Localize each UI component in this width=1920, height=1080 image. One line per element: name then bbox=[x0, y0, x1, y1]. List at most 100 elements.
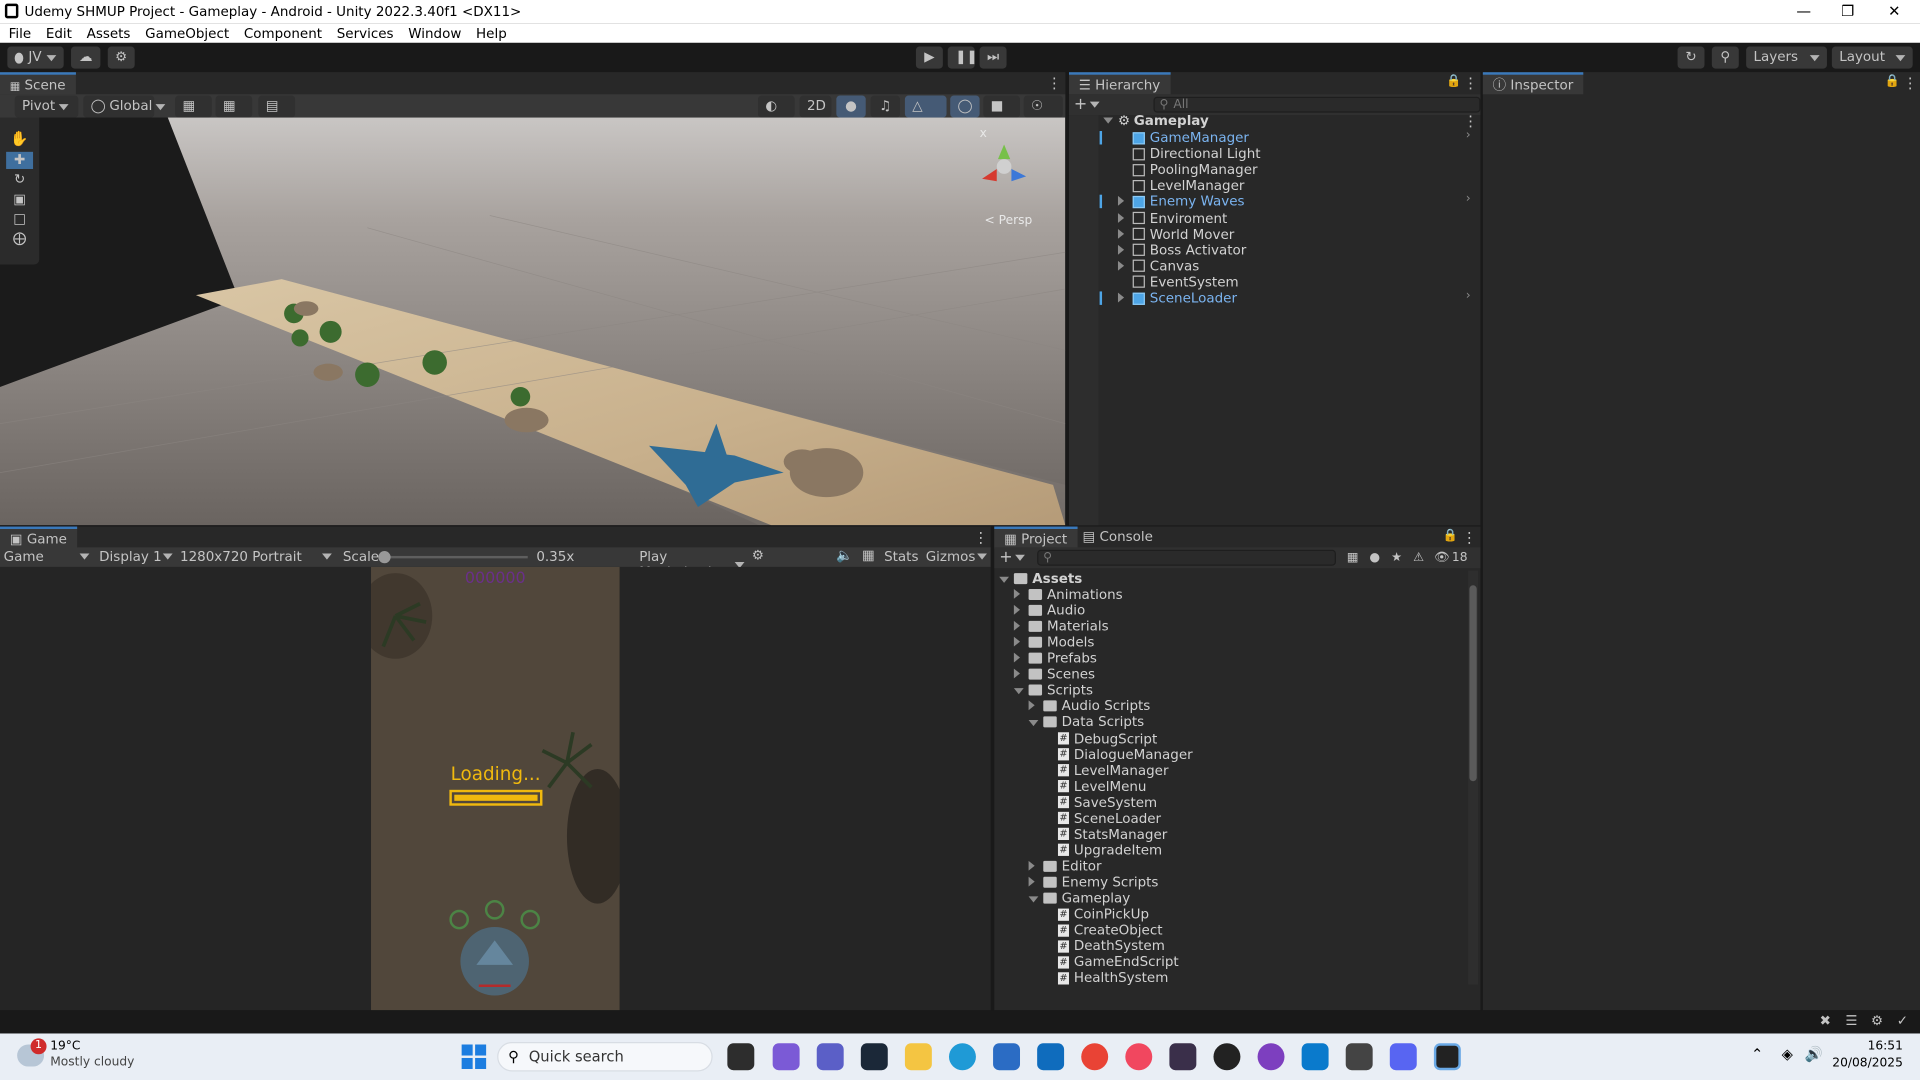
scale-tool-icon[interactable]: ▣ bbox=[6, 191, 33, 208]
bug-icon[interactable]: ✖ bbox=[1820, 1013, 1831, 1029]
project-script[interactable]: # CoinPickUp bbox=[1043, 906, 1149, 922]
hierarchy-item[interactable]: Canvas bbox=[1117, 258, 1199, 274]
project-folder[interactable]: Audio Scripts bbox=[1028, 698, 1150, 714]
project-script[interactable]: # DialogueManager bbox=[1043, 746, 1193, 762]
chevron-up-icon[interactable]: ⌃ bbox=[1751, 1046, 1763, 1063]
project-folder[interactable]: Editor bbox=[1028, 858, 1102, 874]
chevron-right-icon[interactable] bbox=[1117, 228, 1125, 239]
resolution-dropdown[interactable]: 1280x720 Portrait bbox=[180, 549, 332, 564]
chevron-right-icon[interactable] bbox=[1028, 860, 1035, 871]
tab-inspector[interactable]: ⓘ Inspector bbox=[1482, 72, 1584, 95]
hierarchy-item[interactable]: Directional Light bbox=[1118, 146, 1261, 162]
menu-component[interactable]: Component bbox=[236, 25, 329, 41]
hand-tool-icon[interactable]: ✋ bbox=[6, 130, 33, 147]
scene-viewport[interactable]: x z < Persp ✋ ✚ ↻ ▣ □ ⨁ bbox=[0, 117, 1066, 526]
account-dropdown[interactable]: JV bbox=[7, 46, 64, 69]
taskbar-search[interactable]: ⚲ Quick search bbox=[497, 1042, 713, 1072]
lock-icon[interactable]: 🔒 bbox=[1442, 529, 1457, 542]
warning-icon[interactable]: ⚠ bbox=[1413, 551, 1424, 564]
search-button[interactable]: ⚲ bbox=[1711, 46, 1739, 69]
more-icon[interactable]: ⋮ bbox=[1462, 529, 1477, 546]
tab-project[interactable]: ▦ Project bbox=[994, 526, 1078, 549]
unity-hub-icon[interactable] bbox=[1345, 1043, 1373, 1071]
chevron-right-icon[interactable]: › bbox=[1466, 193, 1471, 206]
grid-snap-button[interactable]: ▦ bbox=[175, 95, 212, 118]
opera-icon[interactable] bbox=[1125, 1043, 1153, 1071]
menu-services[interactable]: Services bbox=[329, 25, 400, 41]
project-script[interactable]: # DebugScript bbox=[1043, 730, 1157, 746]
hierarchy-item[interactable]: LevelManager bbox=[1118, 178, 1244, 194]
menu-gameobject[interactable]: GameObject bbox=[138, 25, 237, 41]
chevron-down-icon[interactable] bbox=[1089, 101, 1100, 108]
chevron-right-icon[interactable] bbox=[1117, 196, 1125, 207]
chevron-right-icon[interactable]: › bbox=[1466, 289, 1471, 302]
chevron-right-icon[interactable] bbox=[1117, 260, 1125, 271]
chevron-down-icon[interactable] bbox=[1013, 688, 1024, 695]
wifi-icon[interactable]: ◈ bbox=[1782, 1046, 1793, 1063]
hierarchy-root[interactable]: ⚙ Gameplay bbox=[1103, 113, 1209, 129]
persp-label[interactable]: < Persp bbox=[984, 214, 1032, 227]
windows-start-icon[interactable] bbox=[461, 1044, 487, 1069]
layout-dropdown[interactable]: Layout bbox=[1831, 46, 1913, 69]
project-script[interactable]: # SaveSystem bbox=[1043, 794, 1157, 810]
menu-edit[interactable]: Edit bbox=[38, 25, 79, 41]
chevron-down-icon[interactable] bbox=[1014, 554, 1025, 561]
rotate-tool-icon[interactable]: ↻ bbox=[6, 171, 33, 188]
more-icon[interactable]: ⋮ bbox=[1903, 75, 1918, 92]
check-circle-icon[interactable]: ✓ bbox=[1897, 1013, 1908, 1029]
file-explorer-icon[interactable] bbox=[904, 1043, 932, 1071]
project-script[interactable]: # SceneLoader bbox=[1043, 810, 1161, 826]
project-folder[interactable]: Prefabs bbox=[1013, 651, 1097, 666]
ruler-button[interactable]: ▤ bbox=[258, 95, 296, 118]
github-desktop-icon[interactable] bbox=[1257, 1043, 1285, 1071]
chevron-right-icon[interactable] bbox=[1117, 244, 1125, 255]
snap-increment-button[interactable]: ▦ bbox=[215, 95, 253, 118]
chrome-icon[interactable] bbox=[1081, 1043, 1109, 1071]
project-script[interactable]: # DeathSystem bbox=[1043, 938, 1165, 954]
game-app-icon[interactable] bbox=[1169, 1043, 1197, 1071]
scrollbar-thumb[interactable] bbox=[1469, 585, 1477, 782]
project-folder[interactable]: Models bbox=[1013, 635, 1094, 650]
project-folder[interactable]: Assets bbox=[999, 571, 1082, 587]
shading-button[interactable]: ◐ bbox=[757, 95, 795, 118]
chevron-right-icon[interactable] bbox=[1013, 589, 1021, 599]
project-script[interactable]: # GameEndScript bbox=[1043, 954, 1179, 970]
task-view-icon[interactable] bbox=[727, 1043, 755, 1071]
camera-button[interactable]: ■ bbox=[983, 95, 1021, 118]
game-view-dropdown[interactable]: Game bbox=[4, 549, 90, 564]
chevron-right-icon[interactable] bbox=[1028, 876, 1035, 887]
history-button[interactable]: ↻ bbox=[1677, 46, 1705, 69]
play-button[interactable]: ▶ bbox=[915, 46, 943, 69]
teams-icon[interactable] bbox=[816, 1043, 844, 1071]
hierarchy-item[interactable]: Boss Activator bbox=[1117, 242, 1246, 258]
minimize-icon[interactable]: — bbox=[1783, 0, 1825, 23]
unity-editor-icon[interactable] bbox=[1433, 1043, 1461, 1071]
chevron-down-icon[interactable] bbox=[1103, 117, 1114, 124]
rect-tool-icon[interactable]: □ bbox=[6, 211, 33, 228]
display-dropdown[interactable]: Display 1 bbox=[99, 549, 173, 564]
scale-slider-thumb[interactable] bbox=[378, 551, 391, 564]
more-icon[interactable]: ⋮ bbox=[1463, 113, 1478, 130]
chevron-right-icon[interactable] bbox=[1117, 292, 1125, 303]
menu-help[interactable]: Help bbox=[469, 25, 514, 41]
volume-icon[interactable]: 🔊 bbox=[1805, 1046, 1823, 1063]
project-script[interactable]: # HealthSystem bbox=[1043, 970, 1168, 986]
project-scrollbar[interactable] bbox=[1468, 570, 1478, 985]
collab-button[interactable]: ⚙ bbox=[107, 46, 135, 69]
discord-icon[interactable] bbox=[1389, 1043, 1417, 1071]
hierarchy-item[interactable]: SceneLoader bbox=[1117, 290, 1237, 306]
keyboard-icon[interactable]: ▦ bbox=[862, 547, 875, 563]
stack-icon[interactable]: ☰ bbox=[1845, 1013, 1857, 1029]
2d-button[interactable]: 2D bbox=[799, 95, 832, 118]
clock-time[interactable]: 16:51 bbox=[1839, 1040, 1903, 1053]
project-folder[interactable]: Enemy Scripts bbox=[1028, 874, 1158, 890]
project-folder[interactable]: Scripts bbox=[1013, 682, 1093, 698]
gizmos-button[interactable]: ☉ bbox=[1023, 95, 1063, 118]
cloud-button[interactable]: ☁ bbox=[71, 46, 101, 69]
global-dropdown[interactable]: ◯ Global bbox=[83, 95, 166, 118]
chevron-right-icon[interactable] bbox=[1028, 700, 1035, 711]
search-by-type-icon[interactable]: ▦ bbox=[1347, 551, 1359, 564]
hierarchy-item[interactable]: PoolingManager bbox=[1118, 162, 1258, 178]
outlook-icon[interactable] bbox=[1037, 1043, 1065, 1071]
project-folder[interactable]: Audio bbox=[1013, 603, 1085, 618]
